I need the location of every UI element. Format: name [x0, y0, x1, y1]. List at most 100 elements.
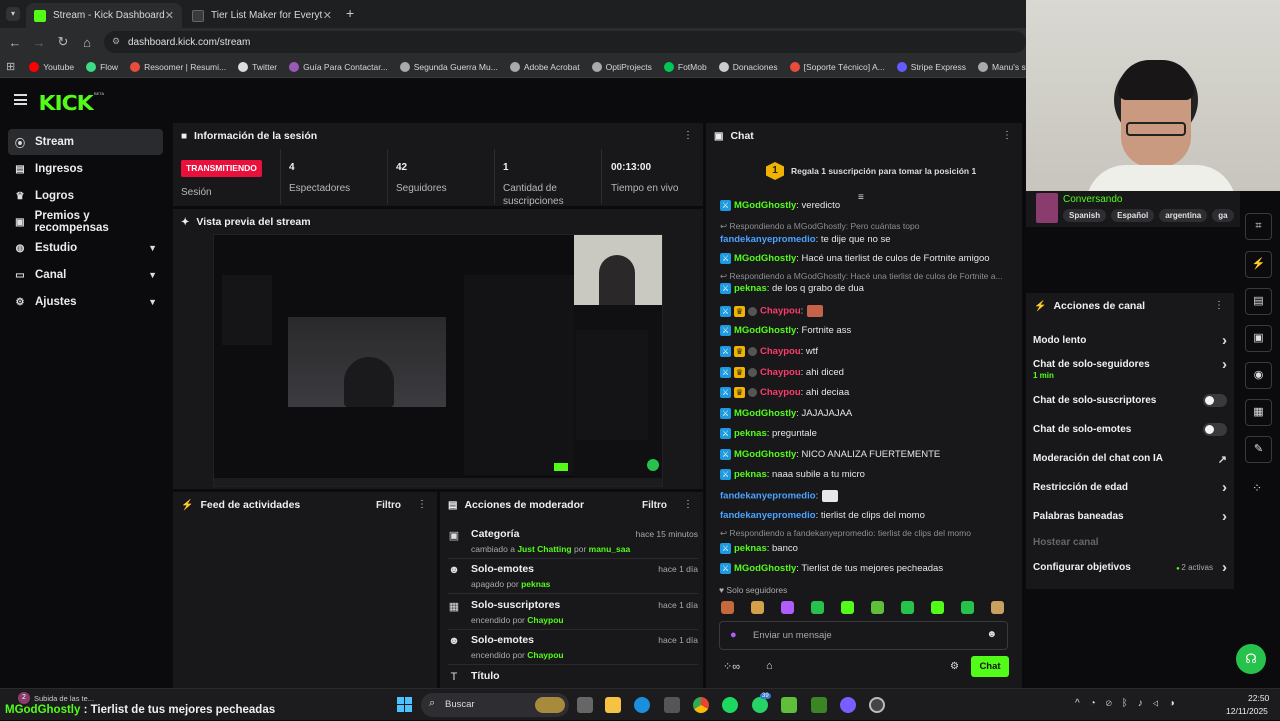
chat-username[interactable]: peknas	[734, 469, 767, 480]
stream-tag[interactable]: argentina	[1159, 209, 1208, 222]
channel-action-palabras-baneadas[interactable]: Palabras baneadas ›	[1033, 508, 1227, 525]
channel-action-moderaci-n-del-chat-con-ia[interactable]: Moderación del chat con IA ↗	[1033, 453, 1227, 466]
rail-extensions-icon[interactable]: ⁘	[1252, 481, 1262, 495]
rail-note-icon[interactable]: ▤	[1245, 288, 1272, 315]
reload-icon[interactable]: ↻	[51, 34, 75, 50]
bookmark-item[interactable]: Donaciones	[718, 61, 778, 72]
menu-icon[interactable]	[14, 94, 27, 105]
notification-toast[interactable]: 2 Subida de las te... MGodGhostly : Tier…	[0, 689, 300, 721]
sidebar-item-stream[interactable]: ⦿ Stream	[8, 129, 163, 155]
feed-more-icon[interactable]: ⋮	[417, 499, 427, 510]
bookmark-item[interactable]: Guía Para Contactar...	[289, 61, 388, 72]
quick-emote-icon[interactable]	[781, 601, 794, 614]
chat-username[interactable]: peknas	[734, 428, 767, 439]
toggle-switch[interactable]	[1203, 394, 1227, 407]
stream-tag[interactable]: Spanish	[1063, 209, 1107, 222]
spotify-icon[interactable]	[722, 697, 738, 713]
store-icon[interactable]: ⌂	[766, 660, 773, 672]
mod-action-user[interactable]: Chaypou	[527, 650, 563, 660]
quick-emote-icon[interactable]	[931, 601, 944, 614]
stream-preview-video[interactable]	[213, 234, 663, 487]
url-field[interactable]: ⚙ dashboard.kick.com/stream	[104, 31, 1026, 53]
rail-broadcast-icon[interactable]: ◉	[1245, 362, 1272, 389]
stream-category[interactable]: Conversando	[1063, 194, 1122, 205]
bookmark-item[interactable]: Twitter	[238, 61, 277, 72]
task-view-icon[interactable]	[577, 697, 593, 713]
whatsapp-icon[interactable]	[752, 697, 768, 713]
channel-action-configurar-objetivos[interactable]: Configurar objetivos › ● 2 activas	[1033, 559, 1227, 576]
quick-emote-icon[interactable]	[811, 601, 824, 614]
chat-more-icon[interactable]: ⋮	[1002, 130, 1012, 141]
tray-wifi-icon[interactable]: ◔	[1090, 698, 1106, 709]
quick-emote-icon[interactable]	[901, 601, 914, 614]
channel-action-chat-de-solo-suscriptores[interactable]: Chat de solo-suscriptores	[1033, 394, 1227, 407]
chat-username[interactable]: MGodGhostly	[734, 563, 796, 574]
mod-more-icon[interactable]: ⋮	[683, 499, 693, 510]
tray-mic-icon[interactable]: ♪	[1138, 698, 1153, 709]
chrome-icon[interactable]	[693, 697, 709, 713]
chat-username[interactable]: peknas	[734, 283, 767, 294]
support-headset-icon[interactable]: ☊	[1236, 644, 1266, 674]
rail-wrench-icon[interactable]: ✎	[1245, 436, 1272, 463]
gift-sub-banner[interactable]: 1 Regala 1 suscripción para tomar la pos…	[706, 156, 1022, 186]
chat-username[interactable]: peknas	[734, 543, 767, 554]
sidebar-item-ajustes[interactable]: ⚙ Ajustes ▼	[8, 289, 163, 315]
sidebar-item-estudio[interactable]: ◍ Estudio ▼	[8, 235, 163, 261]
windows-start-icon[interactable]	[397, 697, 412, 712]
channel-action-restricci-n-de-edad[interactable]: Restricción de edad ›	[1033, 479, 1227, 496]
quick-emote-icon[interactable]	[721, 601, 734, 614]
tray-network-icon[interactable]: ⊘	[1106, 698, 1122, 709]
clock-time[interactable]: 22:50	[1248, 693, 1269, 703]
tray-chevron-icon[interactable]: ^	[1075, 698, 1090, 709]
microphone-icon[interactable]: ●	[730, 629, 737, 641]
quick-emote-icon[interactable]	[871, 601, 884, 614]
bookmark-item[interactable]: Segunda Guerra Mu...	[399, 61, 498, 72]
taskbar-search[interactable]: ⌕ Buscar	[421, 693, 569, 717]
home-icon[interactable]: ⌂	[75, 35, 99, 50]
stream-tag[interactable]: ga	[1212, 209, 1234, 222]
sidebar-item-premios[interactable]: ▣ Premios y recompensas	[8, 209, 163, 235]
tab-search-icon[interactable]: ▾	[6, 7, 20, 21]
stream-tag[interactable]: Español	[1111, 209, 1155, 222]
sidebar-item-canal[interactable]: ▭ Canal ▼	[8, 262, 163, 288]
clock-date[interactable]: 12/11/2025	[1226, 706, 1268, 716]
emoji-picker-icon[interactable]: ☻	[986, 629, 997, 640]
channel-action-modo-lento[interactable]: Modo lento ›	[1033, 332, 1227, 349]
obs-icon[interactable]	[869, 697, 885, 713]
mod-action-target[interactable]: Just Chatting	[517, 544, 571, 554]
mod-filter-button[interactable]: Filtro	[642, 500, 667, 511]
apps-grid-icon[interactable]: ⊞	[6, 60, 15, 73]
tray-bluetooth-icon[interactable]: ᛒ	[1122, 698, 1138, 709]
chat-username[interactable]: fandekanyepromedio	[720, 510, 816, 521]
tab-tier-list[interactable]: Tier List Maker for Everything - ✕	[184, 3, 340, 28]
tab-kick-dashboard[interactable]: Stream - Kick Dashboard ✕	[26, 3, 182, 28]
forward-icon[interactable]: →	[27, 35, 51, 50]
chat-input[interactable]: ● Enviar un mensaje ☻	[719, 621, 1008, 650]
xbox-icon[interactable]	[781, 697, 797, 713]
tray-speaker-icon[interactable]: ◁	[1153, 698, 1169, 709]
site-info-icon[interactable]: ⚙	[112, 36, 120, 47]
sidebar-item-ingresos[interactable]: ▤ Ingresos	[8, 156, 163, 182]
store-app-icon[interactable]	[664, 697, 680, 713]
quick-emote-icon[interactable]	[751, 601, 764, 614]
chat-username[interactable]: Chaypou	[760, 367, 801, 378]
sidebar-item-logros[interactable]: ♛ Logros	[8, 183, 163, 209]
chat-username[interactable]: MGodGhostly	[734, 408, 796, 419]
bookmark-item[interactable]: OptiProjects	[591, 61, 652, 72]
send-chat-button[interactable]: Chat	[971, 656, 1009, 677]
back-icon[interactable]: ←	[3, 35, 27, 50]
bookmark-item[interactable]: FotMob	[663, 61, 707, 72]
feed-filter-button[interactable]: Filtro	[376, 500, 401, 511]
channel-actions-more-icon[interactable]: ⋮	[1214, 300, 1224, 311]
tray-volume-icon[interactable]: ◑	[1169, 698, 1185, 709]
bookmark-item[interactable]: [Soporte Técnico] A...	[789, 61, 885, 72]
chat-username[interactable]: Chaypou	[760, 387, 801, 398]
messenger-icon[interactable]	[840, 697, 856, 713]
mod-action-user[interactable]: manu_saa	[589, 544, 631, 554]
bookmark-item[interactable]: Stripe Express	[896, 61, 966, 72]
chat-username[interactable]: MGodGhostly	[734, 200, 796, 211]
kick-logo[interactable]: KICK	[39, 91, 94, 115]
channel-points-icon[interactable]: ⁘∞	[723, 660, 740, 673]
chat-username[interactable]: MGodGhostly	[734, 449, 796, 460]
edge-icon[interactable]	[634, 697, 650, 713]
